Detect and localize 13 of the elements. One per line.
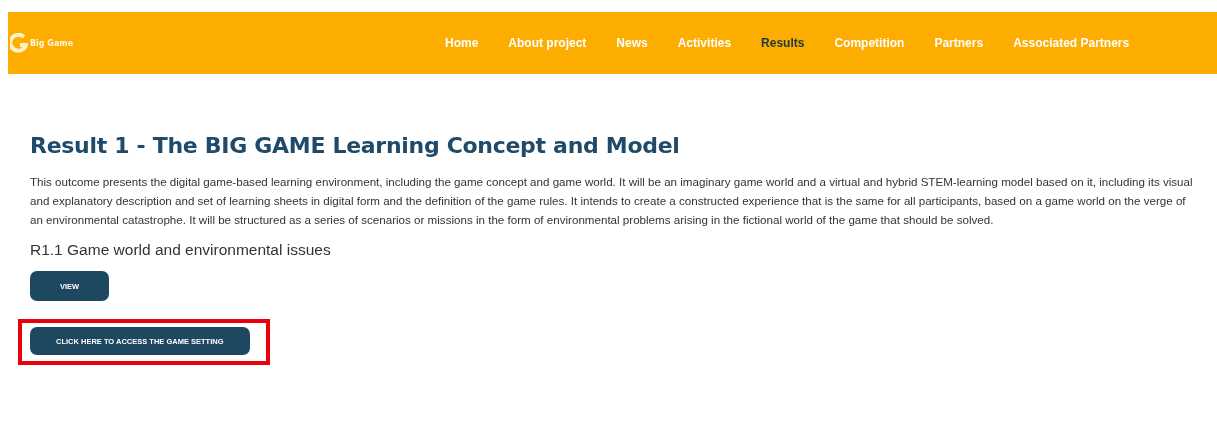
description-text: This outcome presents the digital game-based learning environment, including the game concept and game world. It will be an imaginary game world and a virtual and hybrid STEM-learning model based on it, including its visual and explanatory description and set of learning sheets in digital form and the definition of the game rules. It intends to create a constructed experience that is the same for all participants, based on a game world on the verge of an environmental catastrophe. It will be structured as a series of scenarios or missions in the form of environmental problems arising in the fictional world of the game that should be solved. [30, 174, 1194, 228]
nav-link[interactable]: Associated Partners [998, 36, 1145, 50]
nav-link[interactable]: About project [493, 36, 602, 50]
nav-link[interactable]: Partners [919, 36, 999, 50]
nav-link[interactable]: Home [430, 36, 494, 50]
logo-text: Big Game [30, 38, 74, 48]
nav-link[interactable]: Results [746, 36, 820, 50]
page-title: Result 1 - The BIG GAME Learning Concept and Model [30, 133, 681, 158]
logo-icon [10, 33, 28, 53]
nav-link[interactable]: Activities [662, 36, 747, 50]
nav-link[interactable]: Competition [819, 36, 920, 50]
section-subtitle: R1.1 Game world and environmental issues [30, 241, 332, 259]
nav-link[interactable]: News [601, 36, 663, 50]
